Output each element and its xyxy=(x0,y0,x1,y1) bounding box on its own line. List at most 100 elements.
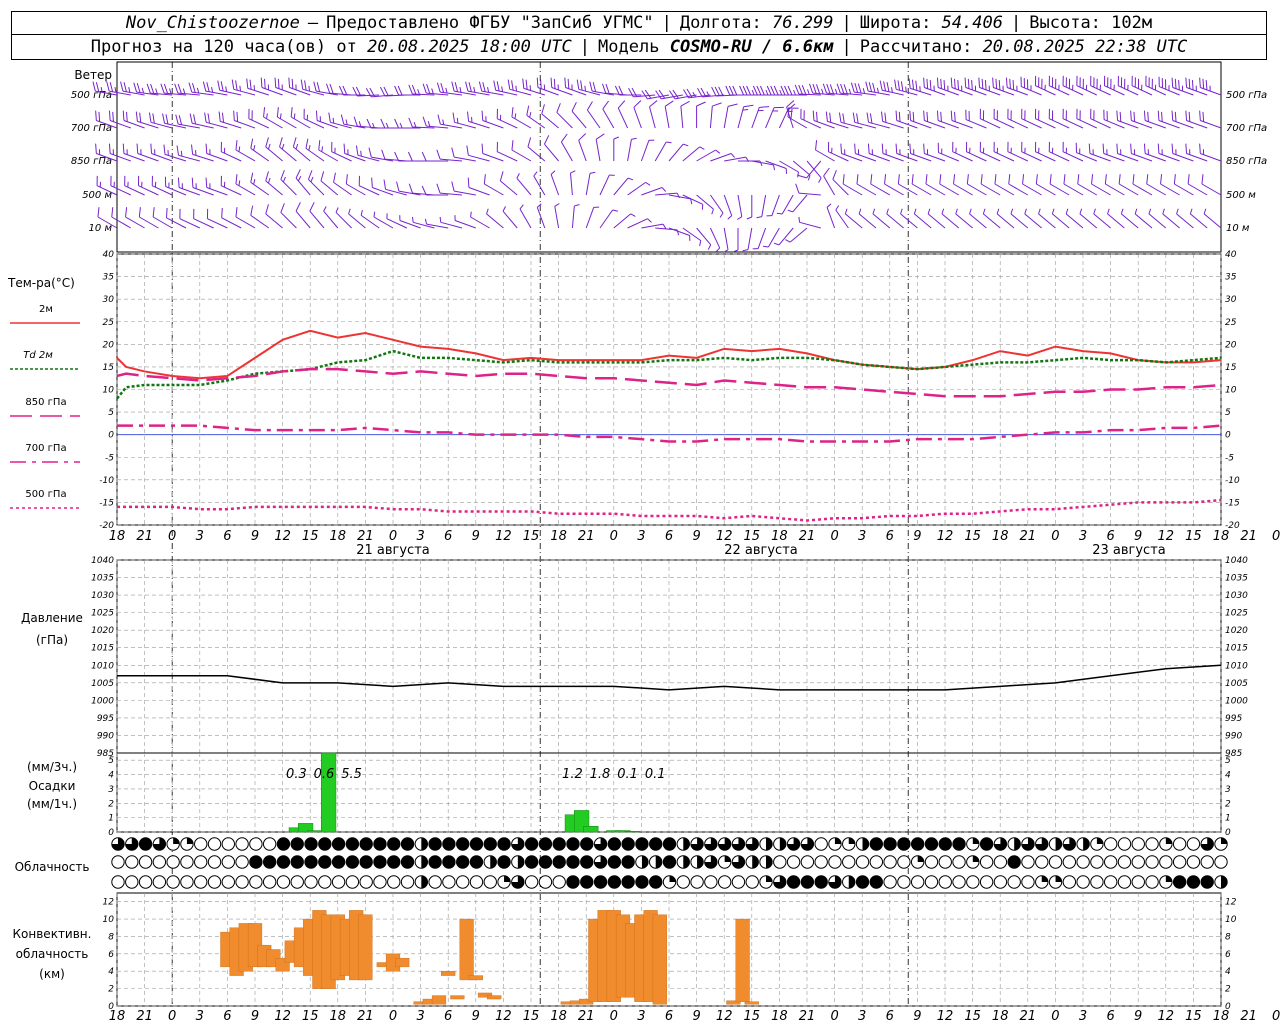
temp-ytick-right: 15 xyxy=(1225,363,1237,373)
pressure-axis-title: Давление xyxy=(21,611,83,625)
wind-barb-staff xyxy=(771,194,780,216)
cloud-symbol-fill xyxy=(608,837,621,851)
wind-barb-feather xyxy=(120,81,124,92)
wind-barb-half-feather xyxy=(834,88,838,95)
cloud-symbol-outline xyxy=(1159,855,1173,869)
wind-barb-feather xyxy=(467,177,470,188)
cloud-cover-symbol xyxy=(966,837,980,851)
wind-barb-half-feather xyxy=(373,211,376,218)
cloud-cover-symbol xyxy=(607,855,622,869)
wind-barb-feather xyxy=(829,84,834,94)
wind-barb-staff xyxy=(983,213,1001,229)
wind-barb-half-feather xyxy=(756,216,762,219)
wind-barb-feather xyxy=(759,106,770,108)
cloud-cover-symbol xyxy=(414,855,429,869)
cloud-symbol-outline xyxy=(235,875,249,889)
wind-barb-feather xyxy=(163,83,169,94)
wind-barb-feather xyxy=(1171,110,1174,121)
wind-barb-half-feather xyxy=(182,88,186,94)
pres-ytick-right: 1030 xyxy=(1225,591,1248,601)
wind-barb-half-feather xyxy=(699,240,702,246)
wind-barb-half-feather xyxy=(399,215,401,221)
wind-barb xyxy=(437,114,463,129)
wind-barb-staff xyxy=(641,223,664,229)
cloud-cover-symbol xyxy=(207,837,222,851)
convective-bar xyxy=(735,918,750,1002)
cloud-symbol-outline xyxy=(125,855,139,869)
cloud-symbol-outline xyxy=(207,855,222,869)
cloud-symbol-outline xyxy=(883,855,897,869)
wind-barb-staff xyxy=(1148,213,1167,229)
cloud-symbol-outline xyxy=(1200,855,1214,869)
wind-barb xyxy=(507,79,532,96)
cloud-cover-symbol xyxy=(497,855,511,869)
wind-barb-half-feather xyxy=(793,89,796,96)
wind-barb-half-feather xyxy=(645,181,651,186)
cloud-cover-symbol xyxy=(552,837,566,851)
cloud-cover-symbol xyxy=(745,855,759,869)
convective-xtick-label: 12 xyxy=(1158,1009,1175,1024)
wind-barb-half-feather xyxy=(128,87,131,93)
wind-barb xyxy=(1079,208,1098,229)
conv-ytick-left: 4 xyxy=(108,967,114,977)
cloud-symbol-fill xyxy=(1221,875,1228,889)
pres-ytick-right: 1035 xyxy=(1225,574,1248,584)
cloud-symbol-fill xyxy=(1165,875,1173,882)
temp-ytick-right: 40 xyxy=(1225,250,1237,260)
wind-barb-feather xyxy=(478,81,483,92)
wind-barb-half-feather xyxy=(631,137,637,140)
wind-barb-feather xyxy=(394,85,400,96)
cloud-cover-symbol xyxy=(359,855,373,869)
cloud-cover-symbol xyxy=(166,855,180,869)
cloud-symbol-outline xyxy=(552,875,566,889)
wind-barb-half-feather xyxy=(570,170,576,174)
wind-barb-feather xyxy=(397,85,403,96)
cloud-cover-symbol xyxy=(138,875,153,889)
wind-barb-feather xyxy=(649,100,658,108)
temp-ytick-left: 25 xyxy=(103,318,115,328)
wind-barb-staff xyxy=(709,106,713,129)
cloud-cover-symbol xyxy=(345,837,360,851)
conv-ytick-right: 6 xyxy=(1225,950,1231,960)
precip-ytick-right: 4 xyxy=(1225,771,1231,781)
cloud-cover-symbol xyxy=(166,837,180,851)
cloud-symbol-outline xyxy=(1090,875,1104,889)
cloud-cover-symbol xyxy=(662,855,677,869)
wind-barb xyxy=(696,194,714,215)
temp-xtick-label: 12 xyxy=(937,529,954,544)
precip-sum-label: 0.1 xyxy=(617,767,638,782)
wind-barb-staff xyxy=(914,213,932,229)
cloud-cover-symbol xyxy=(428,855,442,869)
wind-barb-feather xyxy=(664,100,674,107)
wind-barb-feather xyxy=(868,82,873,92)
cloud-cover-symbol xyxy=(690,875,704,889)
wind-barb-feather xyxy=(953,174,956,185)
wind-barb-half-feather xyxy=(927,208,931,215)
wind-barb-feather xyxy=(191,82,196,93)
wind-barb xyxy=(585,171,596,196)
wind-barb xyxy=(941,208,960,229)
cloud-cover-symbol xyxy=(731,837,746,851)
cloud-cover-symbol xyxy=(524,855,539,869)
cloud-symbol-fill xyxy=(359,855,373,869)
cloud-symbol-fill xyxy=(683,855,690,869)
cloud-symbol-fill xyxy=(456,837,469,851)
wind-barb xyxy=(578,133,587,162)
wind-barb-half-feather xyxy=(1120,208,1124,215)
cloud-cover-symbol xyxy=(1021,875,1035,889)
wind-barb xyxy=(394,118,421,129)
wind-barb-feather xyxy=(1171,143,1174,154)
wind-barb xyxy=(516,173,532,196)
convective-xtick-label: 3 xyxy=(416,1009,424,1024)
cloud-symbol-fill xyxy=(566,837,580,851)
wind-barb-feather xyxy=(452,112,456,123)
cloud-cover-symbol xyxy=(1159,875,1173,889)
cloud-symbol-fill xyxy=(139,837,152,851)
wind-barb-half-feather xyxy=(114,87,117,93)
wind-barb-half-feather xyxy=(1038,208,1041,215)
cloud-symbol-outline xyxy=(180,855,194,869)
cloud-symbol-fill xyxy=(580,855,593,869)
wind-barb xyxy=(511,140,532,162)
convective-xtick-label: 21 xyxy=(578,1009,595,1024)
cloud-cover-symbol xyxy=(1186,875,1201,889)
